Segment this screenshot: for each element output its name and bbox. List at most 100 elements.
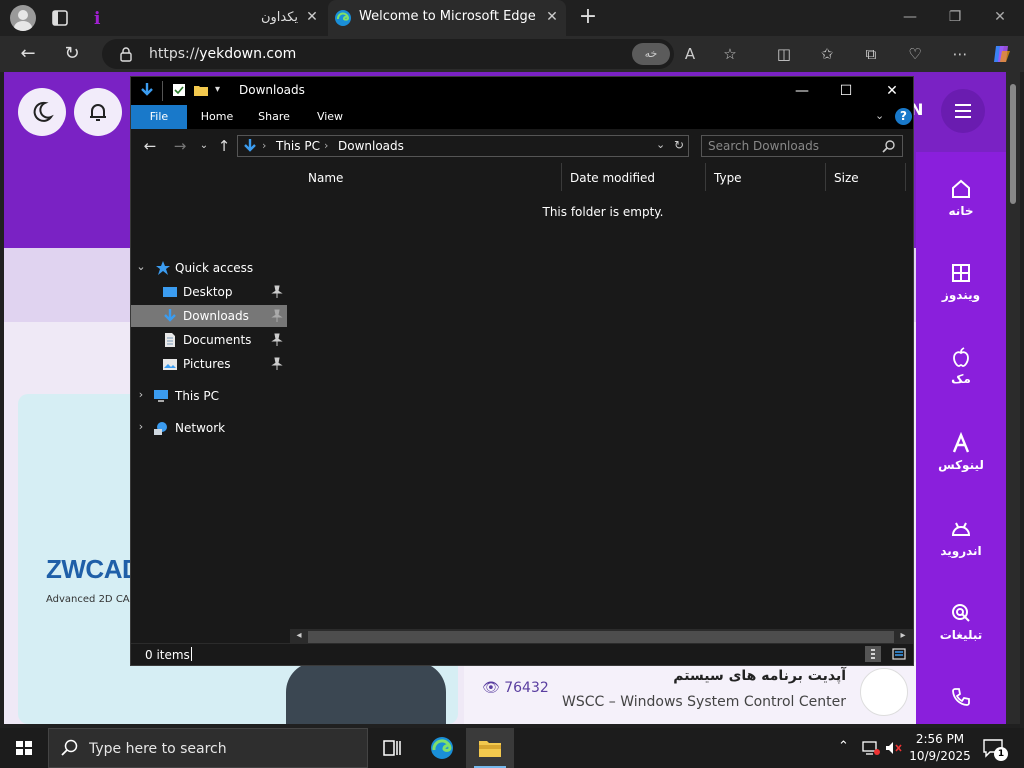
horizontal-scrollbar-thumb[interactable] <box>308 631 894 643</box>
close-window-button[interactable]: ✕ <box>988 6 1012 28</box>
notifications-button[interactable] <box>74 88 122 136</box>
collapse-icon[interactable]: ⌄ <box>135 260 147 273</box>
column-header-type[interactable]: Type <box>706 163 826 191</box>
post-card[interactable]: 👁 76432 آپدیت برنامه های سیستم WSCC – Wi… <box>464 662 916 724</box>
properties-icon[interactable] <box>171 82 187 98</box>
scroll-left-icon[interactable]: ◂ <box>292 630 306 641</box>
sidebar-item-mac[interactable]: مک <box>916 346 1006 386</box>
column-header-size[interactable]: Size <box>826 163 906 191</box>
expand-icon[interactable]: › <box>135 420 147 433</box>
tree-this-pc[interactable]: › This PC <box>131 385 287 407</box>
tab-file[interactable]: File <box>131 105 187 129</box>
address-bar[interactable]: https://yekdown.com خه <box>102 39 674 69</box>
sidebar-item-linux[interactable]: لینوکس <box>916 432 1006 472</box>
forward-button[interactable]: → <box>171 137 189 155</box>
close-tab-icon[interactable]: ✕ <box>304 9 320 25</box>
up-button[interactable]: ↑ <box>215 137 233 155</box>
system-clock[interactable]: 2:56 PM 10/9/2025 <box>905 731 975 765</box>
tree-label: Network <box>175 421 226 435</box>
windows-start-icon[interactable] <box>0 728 48 768</box>
site-menu-button[interactable] <box>941 89 985 133</box>
expand-icon[interactable]: › <box>135 388 147 401</box>
scroll-right-icon[interactable]: ▸ <box>896 630 910 641</box>
browser-essentials-icon[interactable]: ♡ <box>905 44 925 64</box>
help-button[interactable]: ? <box>895 108 912 125</box>
favorite-star-icon[interactable]: ☆ <box>720 44 740 64</box>
search-icon[interactable] <box>882 139 896 153</box>
settings-more-icon[interactable]: ⋯ <box>950 44 970 64</box>
page-scrollbar-thumb[interactable] <box>1010 84 1016 204</box>
sidebar-item-contact[interactable] <box>916 686 1006 712</box>
network-status-icon[interactable] <box>862 740 880 756</box>
pin-icon[interactable] <box>271 333 283 347</box>
read-aloud-icon[interactable]: A <box>680 44 700 64</box>
sidebar-item-android[interactable]: اندروید <box>916 518 1006 558</box>
maximize-button[interactable]: ☐ <box>823 79 869 103</box>
tree-documents[interactable]: Documents <box>131 329 287 351</box>
new-tab-button[interactable]: + <box>577 6 599 28</box>
favorites-icon[interactable]: ✩ <box>817 44 837 64</box>
lock-icon[interactable] <box>119 46 133 62</box>
edge-taskbar-icon[interactable] <box>418 728 466 768</box>
refresh-icon[interactable]: ↻ <box>674 138 684 152</box>
collections-icon[interactable]: ⧉ <box>861 44 881 64</box>
show-hidden-icons-button[interactable]: ⌃ <box>838 739 854 755</box>
task-view-icon[interactable] <box>368 728 416 768</box>
new-folder-icon[interactable] <box>193 82 209 98</box>
copilot-icon[interactable] <box>990 42 1014 66</box>
split-screen-icon[interactable]: ◫ <box>774 44 794 64</box>
back-button[interactable]: ← <box>16 42 40 66</box>
recent-locations-button[interactable]: ⌄ <box>195 137 213 155</box>
breadcrumb-downloads[interactable]: Downloads <box>338 139 404 153</box>
tab-yekdown[interactable]: i یکداون ✕ <box>84 0 326 36</box>
sidebar-item-windows[interactable]: ویندوز <box>916 262 1006 302</box>
pin-icon[interactable] <box>271 309 283 323</box>
column-header-date-modified[interactable]: Date modified <box>562 163 706 191</box>
post-title[interactable]: آپدیت برنامه های سیستم <box>673 668 846 684</box>
page-scrollbar[interactable] <box>1006 72 1020 724</box>
tab-share[interactable]: Share <box>249 105 299 129</box>
tab-view[interactable]: View <box>305 105 355 129</box>
search-box[interactable] <box>701 135 903 157</box>
dark-mode-toggle[interactable] <box>18 88 66 136</box>
tab-welcome-edge[interactable]: Welcome to Microsoft Edge ✕ <box>328 0 566 36</box>
tab-home[interactable]: Home <box>191 105 243 129</box>
address-history-dropdown[interactable]: ⌄ <box>656 138 665 151</box>
post-thumbnail[interactable] <box>860 668 908 716</box>
tree-desktop[interactable]: Desktop <box>131 281 287 303</box>
minimize-window-button[interactable]: — <box>898 6 922 28</box>
large-icons-view-icon[interactable] <box>891 646 907 662</box>
close-button[interactable]: ✕ <box>869 79 915 103</box>
volume-muted-icon[interactable] <box>884 740 902 756</box>
breadcrumb-this-pc[interactable]: This PC <box>276 139 320 153</box>
taskbar-search-input[interactable] <box>89 740 349 758</box>
minimize-button[interactable]: — <box>779 79 825 103</box>
restore-window-button[interactable]: ❐ <box>943 6 967 28</box>
tree-pictures[interactable]: Pictures <box>131 353 287 375</box>
customize-quick-access-icon[interactable]: ▾ <box>215 84 231 100</box>
details-view-icon[interactable] <box>865 646 881 662</box>
tree-network[interactable]: › Network <box>131 417 287 439</box>
tree-downloads[interactable]: Downloads <box>131 305 287 327</box>
tab-actions-icon[interactable] <box>50 8 70 28</box>
pin-icon[interactable] <box>271 285 283 299</box>
column-header-name[interactable]: Name <box>300 163 562 191</box>
profile-avatar[interactable] <box>10 5 36 31</box>
back-button[interactable]: ← <box>141 137 159 155</box>
taskbar-search-box[interactable] <box>48 728 368 768</box>
post-subtitle[interactable]: WSCC – Windows System Control Center <box>562 694 846 710</box>
tree-quick-access[interactable]: ⌄ Quick access <box>131 257 287 279</box>
pin-icon[interactable] <box>271 357 283 371</box>
close-tab-icon[interactable]: ✕ <box>544 9 560 25</box>
search-input[interactable] <box>708 138 878 154</box>
sidebar-item-home[interactable]: خانه <box>916 178 1006 218</box>
sidebar-item-ads[interactable]: تبلیغات <box>916 602 1006 642</box>
refresh-button[interactable]: ↻ <box>60 42 84 66</box>
explorer-title-bar[interactable]: ▾ Downloads — ☐ ✕ <box>131 77 913 105</box>
breadcrumb-separator[interactable]: › <box>324 139 328 152</box>
url-text[interactable]: https://yekdown.com <box>149 46 296 62</box>
address-bar[interactable]: › This PC › Downloads ⌄ ↻ <box>237 135 689 157</box>
immersive-reader-button[interactable]: خه <box>632 43 670 65</box>
file-explorer-taskbar-button[interactable] <box>466 728 514 768</box>
expand-ribbon-icon[interactable]: ⌄ <box>875 109 884 122</box>
